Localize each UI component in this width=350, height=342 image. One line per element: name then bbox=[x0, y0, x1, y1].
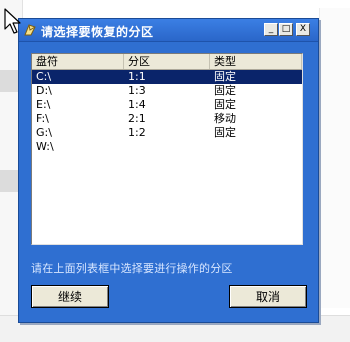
list-row[interactable]: C:\ 1:1 固定 bbox=[32, 70, 302, 84]
partition-cell: 2:1 bbox=[128, 112, 146, 125]
close-button[interactable]: X bbox=[296, 23, 310, 36]
partition-listbox[interactable]: 盘符 分区 类型 C:\ 1:1 固定 D:\ 1:3 固定 E:\ 1:4 固… bbox=[31, 53, 303, 245]
background-panel bbox=[319, 8, 350, 308]
dialog-title: 请选择要恢复的分区 bbox=[41, 25, 154, 39]
drive-cell: C:\ bbox=[36, 70, 52, 83]
app-icon bbox=[24, 24, 36, 36]
list-row[interactable]: G:\ 1:2 固定 bbox=[32, 126, 302, 140]
column-header-type[interactable]: 类型 bbox=[210, 54, 302, 69]
drive-cell: F:\ bbox=[36, 112, 49, 125]
recover-partition-dialog: 请选择要恢复的分区 _ □ X 盘符 分区 类型 C:\ 1:1 固定 D:\ … bbox=[18, 18, 319, 323]
type-cell: 固定 bbox=[214, 84, 236, 97]
drive-cell: E:\ bbox=[36, 98, 51, 111]
column-header-drive[interactable]: 盘符 bbox=[32, 54, 124, 69]
type-cell: 固定 bbox=[214, 70, 236, 83]
minimize-button[interactable]: _ bbox=[264, 23, 278, 36]
background-block bbox=[0, 70, 20, 92]
cancel-button[interactable]: 取消 bbox=[229, 285, 307, 308]
partition-cell: 1:1 bbox=[128, 70, 146, 83]
column-header-partition[interactable]: 分区 bbox=[124, 54, 210, 69]
mouse-pointer-icon bbox=[4, 8, 21, 34]
drive-cell: G:\ bbox=[36, 126, 52, 139]
maximize-button[interactable]: □ bbox=[279, 23, 293, 36]
continue-button[interactable]: 继续 bbox=[31, 285, 109, 308]
drive-cell: D:\ bbox=[36, 84, 52, 97]
type-cell: 移动 bbox=[214, 112, 236, 125]
list-row[interactable]: F:\ 2:1 移动 bbox=[32, 112, 302, 126]
drive-cell: W:\ bbox=[36, 140, 54, 153]
partition-cell: 1:3 bbox=[128, 84, 146, 97]
type-cell: 固定 bbox=[214, 126, 236, 139]
list-row[interactable]: W:\ bbox=[32, 140, 302, 154]
instruction-text: 请在上面列表框中选择要进行操作的分区 bbox=[31, 262, 233, 275]
list-row[interactable]: D:\ 1:3 固定 bbox=[32, 84, 302, 98]
type-cell: 固定 bbox=[214, 98, 236, 111]
partition-cell: 1:4 bbox=[128, 98, 146, 111]
partition-cell: 1:2 bbox=[128, 126, 146, 139]
titlebar[interactable]: 请选择要恢复的分区 _ □ X bbox=[19, 19, 318, 42]
list-header: 盘符 分区 类型 bbox=[32, 54, 302, 70]
background-block bbox=[0, 170, 20, 192]
list-row[interactable]: E:\ 1:4 固定 bbox=[32, 98, 302, 112]
